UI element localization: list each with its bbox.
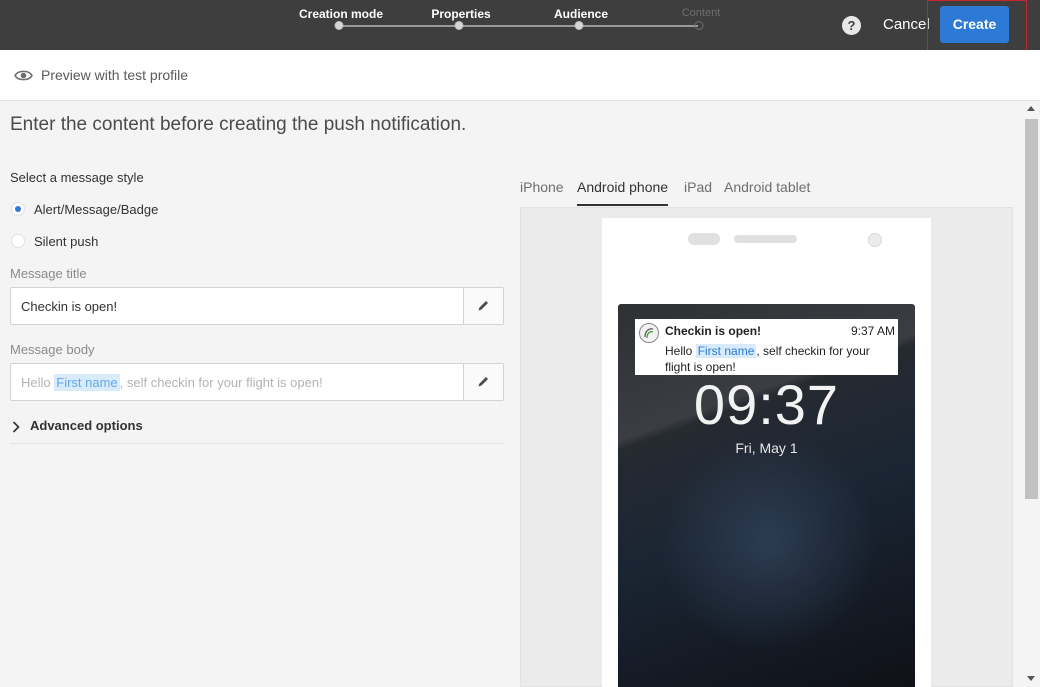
message-body-value[interactable]: Hello First name, self checkin for your … — [21, 374, 323, 391]
message-body-field[interactable]: Hello First name, self checkin for your … — [10, 363, 504, 401]
radio-label-silent-push[interactable]: Silent push — [34, 234, 98, 249]
tab-android-tablet[interactable]: Android tablet — [724, 179, 810, 195]
message-body-prefix: Hello — [21, 375, 55, 390]
scroll-up-arrow-icon[interactable] — [1027, 106, 1035, 111]
step-creation-mode[interactable]: Creation mode — [299, 7, 383, 21]
step-progress-line — [339, 25, 698, 27]
step-properties[interactable]: Properties — [431, 7, 490, 21]
phone-speaker — [734, 235, 797, 243]
page-scrollbar[interactable] — [1023, 102, 1040, 687]
notification-body: Hello First name, self checkin for your … — [665, 343, 893, 375]
message-body-label: Message body — [10, 342, 95, 357]
radio-alert-message-badge[interactable] — [11, 202, 25, 216]
notification-time: 9:37 AM — [850, 324, 895, 338]
phone-lock-screen: Checkin is open! 9:37 AM Hello First nam… — [618, 304, 915, 687]
radio-label-alert-message-badge[interactable]: Alert/Message/Badge — [34, 202, 158, 217]
push-notification-preview: Checkin is open! 9:37 AM Hello First nam… — [635, 319, 898, 375]
step-content: Content — [681, 7, 721, 19]
message-title-field[interactable]: Checkin is open! — [10, 287, 504, 325]
step-dot-content — [694, 21, 704, 30]
app-icon — [639, 323, 659, 343]
advanced-options-toggle[interactable]: Advanced options — [10, 417, 504, 444]
cancel-button[interactable]: Cancel — [883, 16, 930, 33]
pencil-icon — [477, 375, 490, 393]
edit-title-button[interactable] — [463, 288, 503, 324]
first-name-tag[interactable]: First name — [54, 374, 120, 391]
advanced-options-label: Advanced options — [30, 418, 143, 433]
preview-toolbar: Preview with test profile — [0, 50, 1040, 101]
lock-screen-clock: 09:37 — [693, 373, 840, 436]
scroll-down-arrow-icon[interactable] — [1027, 676, 1035, 681]
page-title: Enter the content before creating the pu… — [10, 114, 467, 135]
eye-icon[interactable] — [14, 69, 33, 87]
phone-sensor — [868, 233, 882, 247]
active-tab-indicator — [577, 204, 668, 206]
step-dot-audience — [574, 21, 584, 30]
message-title-value[interactable]: Checkin is open! — [21, 299, 117, 314]
scroll-thumb[interactable] — [1025, 119, 1038, 499]
radio-silent-push[interactable] — [11, 234, 25, 248]
edit-body-button[interactable] — [463, 364, 503, 400]
chevron-right-icon — [12, 420, 20, 438]
tab-iphone[interactable]: iPhone — [520, 179, 564, 195]
help-button[interactable]: ? — [842, 16, 861, 35]
preview-with-test-profile-link[interactable]: Preview with test profile — [41, 67, 188, 83]
tab-android-phone[interactable]: Android phone — [577, 179, 668, 195]
message-style-label: Select a message style — [10, 170, 144, 185]
phone-camera — [688, 233, 720, 245]
message-title-label: Message title — [10, 266, 87, 281]
step-dot-properties — [454, 21, 464, 30]
wizard-header: Creation mode Properties Audience Conten… — [0, 0, 1040, 50]
message-body-suffix: , self checkin for your flight is open! — [119, 375, 323, 390]
step-dot-creation-mode — [334, 21, 344, 30]
notification-title: Checkin is open! — [665, 324, 762, 338]
screen-glow — [658, 434, 878, 654]
pencil-icon — [477, 299, 490, 317]
tab-ipad[interactable]: iPad — [684, 179, 712, 195]
step-audience[interactable]: Audience — [554, 7, 608, 21]
notification-body-prefix: Hello — [665, 344, 696, 358]
lock-screen-date: Fri, May 1 — [735, 440, 798, 456]
notification-first-name-tag: First name — [695, 344, 757, 358]
